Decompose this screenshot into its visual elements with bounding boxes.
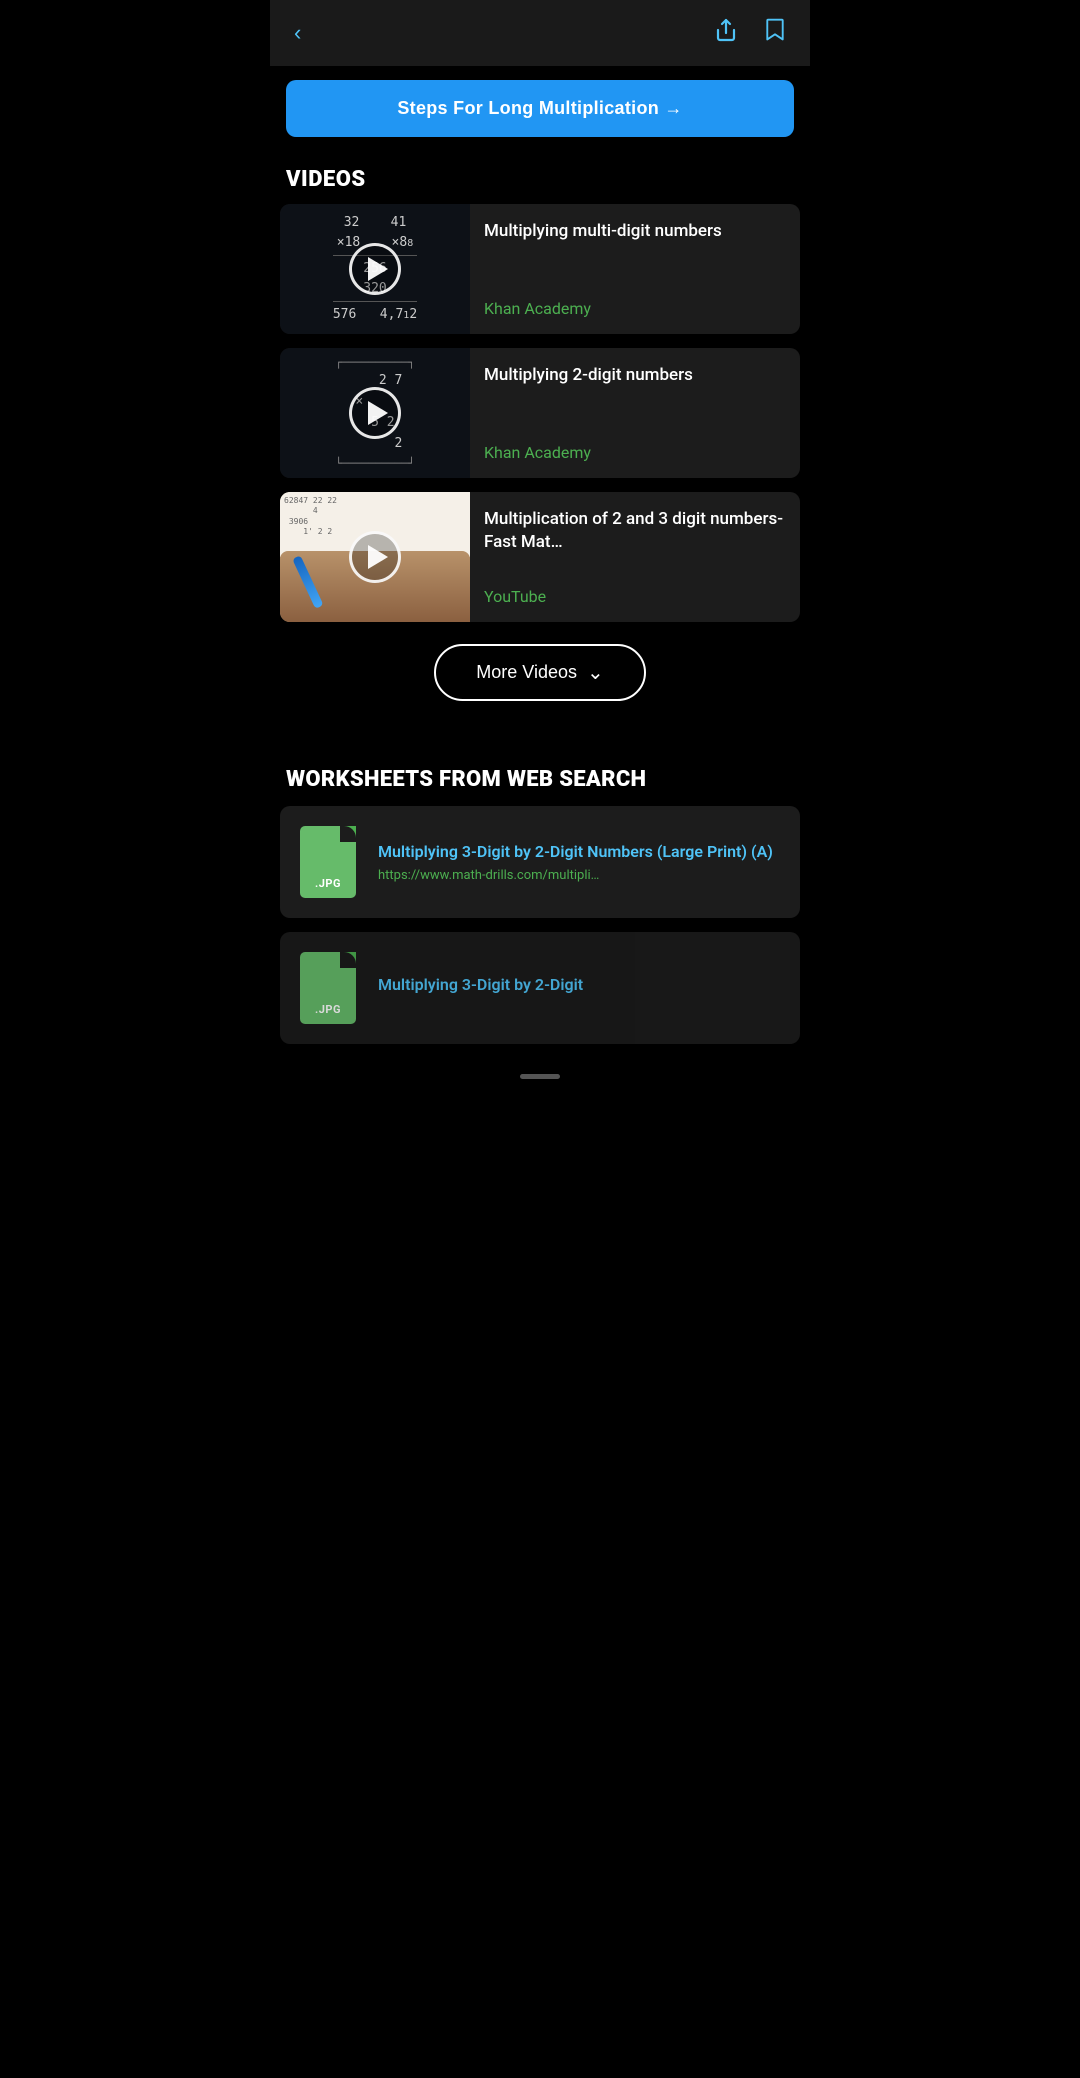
- video-thumbnail-3: 62847 22 22 4 3906 1' 2 2: [280, 492, 470, 622]
- bookmark-button[interactable]: [760, 14, 790, 52]
- play-icon-2: [349, 387, 401, 439]
- video-title-2: Multiplying 2-digit numbers: [484, 364, 786, 387]
- more-videos-button[interactable]: More Videos ⌄: [434, 644, 646, 701]
- bottom-handle: [270, 1058, 810, 1087]
- worksheet-card-1[interactable]: .JPG Multiplying 3-Digit by 2-Digit Numb…: [280, 806, 800, 918]
- file-ext-2: .JPG: [315, 1003, 341, 1016]
- file-ext-1: .JPG: [315, 877, 341, 890]
- long-multiplication-banner[interactable]: Steps For Long Multiplication →: [286, 80, 794, 137]
- worksheet-title-2: Multiplying 3-Digit by 2-Digit: [378, 974, 786, 996]
- top-bar: ‹: [270, 0, 810, 66]
- video-thumbnail-2: ┌──────────┐ 2 7 × 5 2 2 └──────────┘: [280, 348, 470, 478]
- video-title-3: Multiplication of 2 and 3 digit numbers-…: [484, 508, 786, 554]
- video-thumbnail-1: 32 41 ×18 ×88 256 320 576 4,712: [280, 204, 470, 334]
- handle-bar: [520, 1074, 560, 1079]
- video-info-3: Multiplication of 2 and 3 digit numbers-…: [470, 492, 800, 622]
- videos-section-title: VIDEOS: [270, 151, 810, 204]
- worksheet-info-2: Multiplying 3-Digit by 2-Digit: [378, 974, 786, 1002]
- video-card-2[interactable]: ┌──────────┐ 2 7 × 5 2 2 └──────────┘ Mu…: [280, 348, 800, 478]
- worksheets-section: WORKSHEETS FROM WEB SEARCH .JPG Multiply…: [270, 759, 810, 1044]
- top-bar-left: ‹: [290, 16, 305, 50]
- video-info-1: Multiplying multi-digit numbers Khan Aca…: [470, 204, 800, 334]
- worksheet-title-1: Multiplying 3-Digit by 2-Digit Numbers (…: [378, 841, 786, 863]
- video-card-3[interactable]: 62847 22 22 4 3906 1' 2 2 Multiplication…: [280, 492, 800, 622]
- video-source-1: Khan Academy: [484, 299, 786, 318]
- worksheet-info-1: Multiplying 3-Digit by 2-Digit Numbers (…: [378, 841, 786, 884]
- video-source-2: Khan Academy: [484, 443, 786, 462]
- video-title-1: Multiplying multi-digit numbers: [484, 220, 786, 243]
- video-info-2: Multiplying 2-digit numbers Khan Academy: [470, 348, 800, 478]
- worksheets-section-title: WORKSHEETS FROM WEB SEARCH: [270, 759, 810, 806]
- worksheet-card-2[interactable]: .JPG Multiplying 3-Digit by 2-Digit: [280, 932, 800, 1044]
- file-icon-2: .JPG: [294, 948, 362, 1028]
- file-corner-1: [340, 826, 356, 842]
- worksheet-url-1: https://www.math-drills.com/multipli…: [378, 868, 786, 883]
- video-source-3: YouTube: [484, 587, 786, 606]
- chevron-down-icon: ⌄: [587, 660, 604, 685]
- play-icon-3: [349, 531, 401, 583]
- file-corner-2: [340, 952, 356, 968]
- back-button[interactable]: ‹: [290, 16, 305, 50]
- more-videos-wrapper: More Videos ⌄: [270, 636, 810, 729]
- more-videos-label: More Videos: [476, 662, 577, 683]
- top-bar-right: [710, 14, 790, 52]
- video-card-1[interactable]: 32 41 ×18 ×88 256 320 576 4,712 Multiply…: [280, 204, 800, 334]
- videos-section: VIDEOS 32 41 ×18 ×88 256 320 576 4,712: [270, 151, 810, 729]
- play-icon-1: [349, 243, 401, 295]
- file-icon-1: .JPG: [294, 822, 362, 902]
- share-button[interactable]: [710, 14, 742, 52]
